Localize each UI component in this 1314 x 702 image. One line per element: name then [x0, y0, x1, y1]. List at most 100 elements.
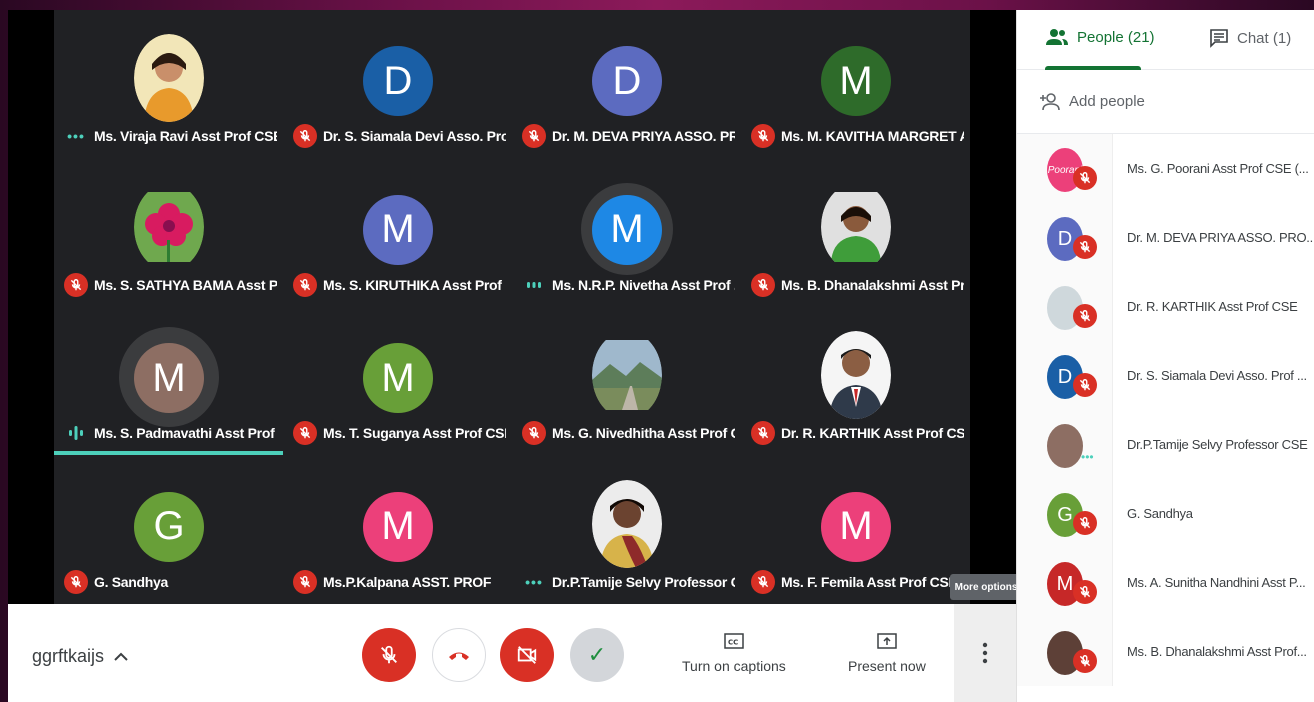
participant-avatar [592, 479, 662, 568]
participant-name-row: Ms. F. Femila Asst Prof CSE [751, 569, 964, 594]
participant-name-row: ••• Dr.P.Tamije Selvy Professor C... [522, 570, 735, 594]
add-people-button[interactable]: Add people [1017, 70, 1314, 134]
participant-name: Dr. S. Siamala Devi Asso. Prof... [323, 128, 506, 144]
participant-list-avatar-cell [1017, 272, 1113, 341]
participant-tile[interactable]: M Ms. T. Suganya Asst Prof CSE [283, 307, 512, 455]
camera-off-icon [517, 646, 537, 664]
captions-button[interactable]: CC Turn on captions [682, 632, 786, 674]
participant-list-avatar [1047, 424, 1083, 468]
participant-name-row: Ms. B. Dhanalakshmi Asst Pr... [751, 272, 964, 297]
participant-list-avatar-cell: D [1017, 341, 1113, 410]
muted-indicator [1073, 580, 1097, 604]
mic-off-icon [1079, 172, 1091, 184]
muted-indicator [293, 124, 317, 148]
mic-off-icon [1079, 586, 1091, 598]
present-label: Present now [848, 658, 926, 674]
participant-tile[interactable]: D Dr. S. Siamala Devi Asso. Prof... [283, 10, 512, 158]
participant-name-row: G. Sandhya [64, 569, 277, 594]
audio-dots-icon: ••• [1081, 450, 1094, 464]
meet-window: ••• Ms. Viraja Ravi Asst Prof CSE D Dr. S. … [8, 10, 1314, 702]
participant-list-item[interactable]: M Ms. A. Sunitha Nandhini Asst P... [1017, 548, 1314, 617]
audio-level-icon [522, 273, 546, 297]
present-icon [877, 633, 897, 649]
muted-indicator [1073, 649, 1097, 673]
audio-level-icon [64, 421, 88, 445]
avatar-initial: M [1056, 572, 1074, 595]
participant-tile[interactable]: M Ms. S. KIRUTHIKA Asst Prof ... [283, 159, 512, 307]
participant-tile[interactable]: M Ms. F. Femila Asst Prof CSE [741, 456, 970, 604]
participant-avatar [592, 331, 662, 419]
participant-tile[interactable]: M Ms. S. Padmavathi Asst Prof ... [54, 307, 283, 455]
participant-tile[interactable]: M Ms.P.Kalpana ASST. PROF [283, 456, 512, 604]
muted-indicator [751, 124, 775, 148]
avatar-initial: M [610, 207, 644, 251]
muted-indicator [293, 272, 317, 297]
participant-avatar: M [821, 46, 891, 116]
participant-list-avatar-cell: G [1017, 479, 1113, 548]
participant-tile[interactable]: Ms. G. Nivedhitha Asst Prof C... [512, 307, 741, 455]
participant-name-row: Dr. S. Siamala Devi Asso. Prof... [293, 124, 506, 148]
muted-indicator [64, 272, 88, 297]
participant-name: Dr. R. KARTHIK Asst Prof CSE [781, 425, 964, 441]
mic-off-icon [70, 575, 82, 587]
muted-indicator [751, 569, 775, 594]
present-now-button[interactable]: Present now [848, 632, 926, 674]
participant-avatar: M [134, 343, 204, 413]
avatar-initial: M [381, 504, 415, 548]
participant-tile[interactable]: Ms. S. SATHYA BAMA Asst Pr... [54, 159, 283, 307]
bottom-control-bar: ggrftkaijs ✓ CC Turn on captions Present… [8, 604, 1016, 702]
camera-toggle-button[interactable] [500, 628, 554, 682]
participant-tile[interactable]: Ms. B. Dhanalakshmi Asst Pr... [741, 159, 970, 307]
participant-avatar: M [363, 343, 433, 413]
more-options-tooltip: More options [950, 574, 1022, 600]
microphone-toggle-button[interactable] [362, 628, 416, 682]
participant-list-item[interactable]: D Dr. S. Siamala Devi Asso. Prof ... [1017, 341, 1314, 410]
active-tab-indicator [1045, 66, 1141, 70]
participant-tile[interactable]: ••• Dr.P.Tamije Selvy Professor C... [512, 456, 741, 604]
participant-name: Dr.P.Tamije Selvy Professor C... [552, 573, 735, 590]
closed-captions-icon: CC [724, 633, 744, 649]
leave-call-button[interactable] [432, 628, 486, 682]
participant-tile[interactable]: D Dr. M. DEVA PRIYA ASSO. PR... [512, 10, 741, 158]
avatar-initial: M [152, 355, 186, 400]
participant-tile[interactable]: G G. Sandhya [54, 456, 283, 604]
participant-name-row: Dr. M. DEVA PRIYA ASSO. PR... [522, 124, 735, 148]
participant-name-row: Ms. S. SATHYA BAMA Asst Pr... [64, 272, 277, 297]
avatar-initial: D [383, 58, 413, 103]
participant-list-item[interactable]: Ms. B. Dhanalakshmi Asst Prof... [1017, 617, 1314, 686]
muted-indicator [1073, 511, 1097, 535]
avatar-initial: M [839, 58, 873, 103]
participant-list-item[interactable]: Dr. R. KARTHIK Asst Prof CSE [1017, 272, 1314, 341]
participant-list-item[interactable]: ••• Dr.P.Tamije Selvy Professor CSE [1017, 410, 1314, 479]
participant-tile[interactable]: Dr. R. KARTHIK Asst Prof CSE [741, 307, 970, 455]
mic-off-icon [1079, 655, 1091, 667]
mic-off-icon [299, 575, 311, 587]
participant-tile[interactable]: ••• Ms. Viraja Ravi Asst Prof CSE [54, 10, 283, 158]
extension-check-button[interactable]: ✓ [570, 628, 624, 682]
participant-list-name: Dr. R. KARTHIK Asst Prof CSE [1127, 299, 1298, 314]
mic-off-icon [299, 130, 311, 142]
more-options-button[interactable] [954, 604, 1016, 702]
muted-indicator [1073, 373, 1097, 397]
meeting-details-button[interactable]: ggrftkaijs [32, 646, 128, 667]
participant-avatar: M [592, 194, 662, 265]
participant-list-item[interactable]: D Dr. M. DEVA PRIYA ASSO. PRO... [1017, 203, 1314, 272]
participant-list-avatar-cell: ••• [1017, 410, 1113, 479]
chevron-up-icon [114, 652, 128, 661]
avatar-initial: D [612, 58, 642, 103]
participant-list-item[interactable]: G G. Sandhya [1017, 479, 1314, 548]
participant-tile[interactable]: M Ms. M. KAVITHA MARGRET A... [741, 10, 970, 158]
tab-chat[interactable]: Chat (1) [1209, 28, 1291, 48]
participant-name: Ms. B. Dhanalakshmi Asst Pr... [781, 276, 964, 293]
participant-name-row: Ms. S. Padmavathi Asst Prof ... [64, 421, 277, 445]
mic-off-icon [757, 575, 769, 587]
participant-name-row: Ms. N.R.P. Nivetha Asst Prof ... [522, 273, 735, 297]
mic-off-icon [528, 130, 540, 142]
participant-list-item[interactable]: Poorani Ms. G. Poorani Asst Prof CSE (... [1017, 134, 1314, 203]
participant-name: Ms. M. KAVITHA MARGRET A... [781, 128, 964, 144]
participant-list-avatar-cell: D [1017, 203, 1113, 272]
tab-people[interactable]: People (21) [1045, 28, 1155, 46]
participant-tile[interactable]: M Ms. N.R.P. Nivetha Asst Prof ... [512, 159, 741, 307]
participant-list-name: Ms. B. Dhanalakshmi Asst Prof... [1127, 644, 1307, 659]
participant-name-row: Ms. S. KIRUTHIKA Asst Prof ... [293, 272, 506, 297]
